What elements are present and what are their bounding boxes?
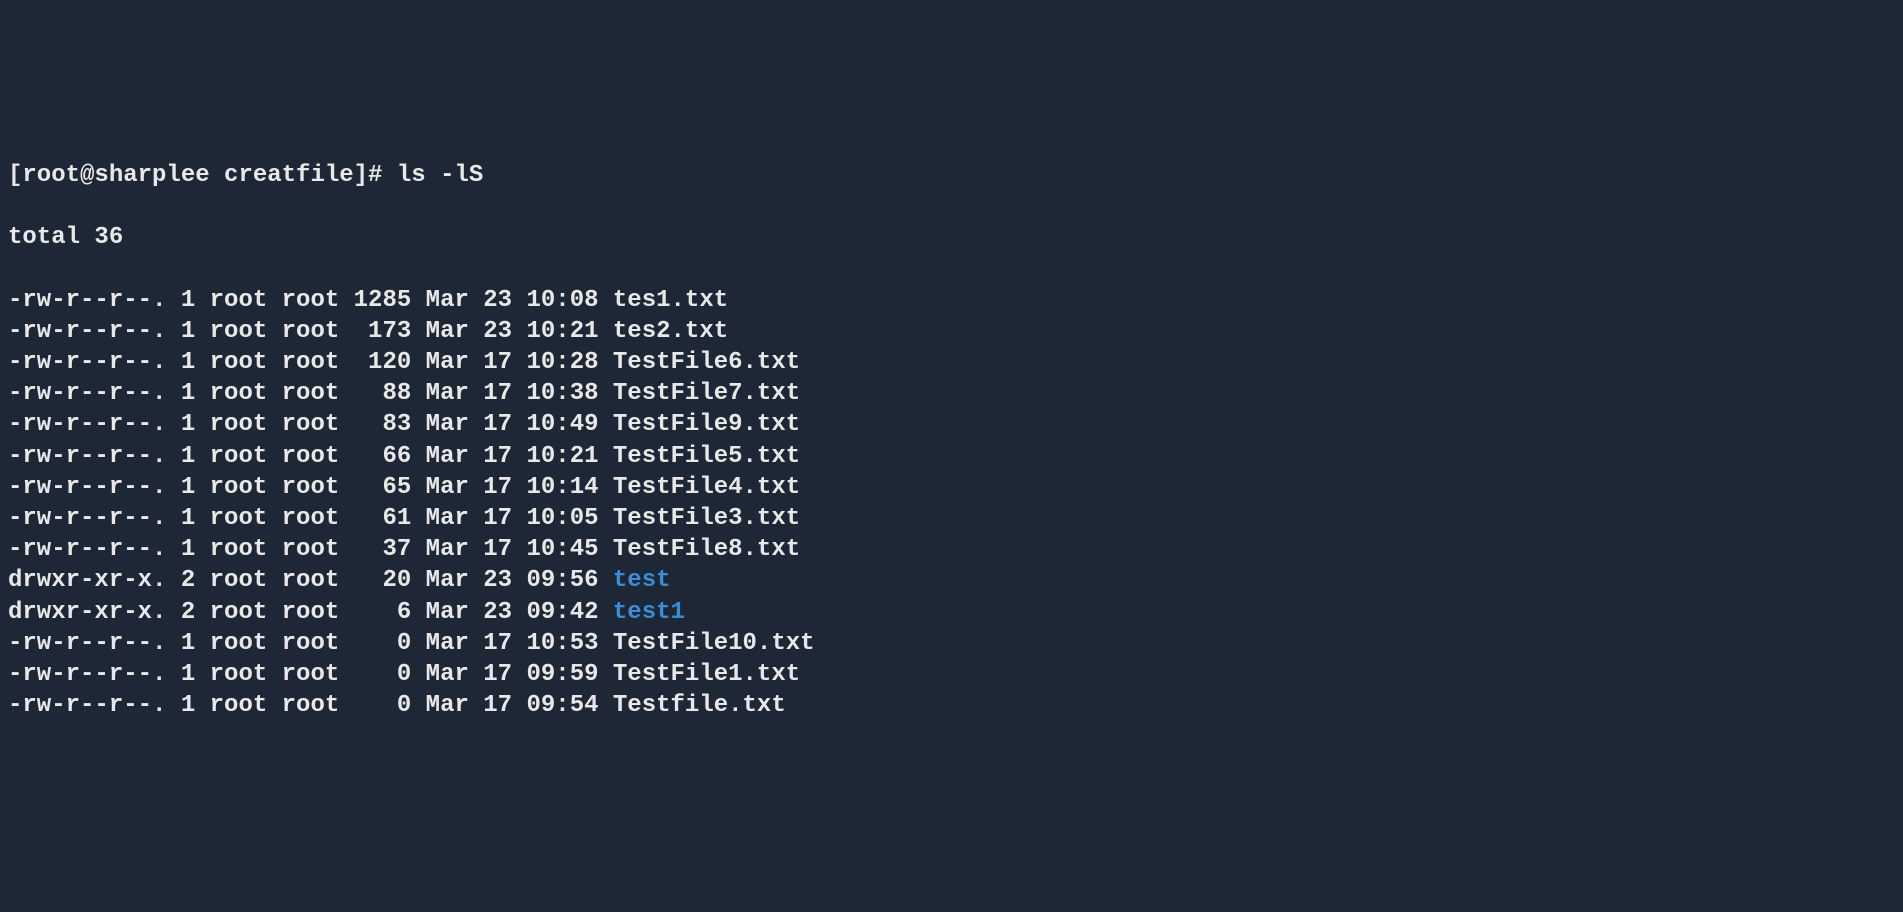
file-entry-meta: -rw-r--r--. 1 root root 1285 Mar 23 10:0… bbox=[8, 287, 613, 314]
prompt-line: [root@sharplee creatfile]# ls -lS bbox=[8, 160, 1895, 191]
file-entry-row: -rw-r--r--. 1 root root 66 Mar 17 10:21 … bbox=[8, 441, 1895, 472]
file-entry-row: -rw-r--r--. 1 root root 37 Mar 17 10:45 … bbox=[8, 534, 1895, 565]
total-line: total 36 bbox=[8, 222, 1895, 253]
file-entry-meta: -rw-r--r--. 1 root root 120 Mar 17 10:28 bbox=[8, 349, 613, 376]
file-entry-row: -rw-r--r--. 1 root root 1285 Mar 23 10:0… bbox=[8, 285, 1895, 316]
file-name: TestFile5.txt bbox=[613, 443, 800, 470]
file-entry-meta: drwxr-xr-x. 2 root root 6 Mar 23 09:42 bbox=[8, 599, 613, 626]
file-entry-meta: -rw-r--r--. 1 root root 37 Mar 17 10:45 bbox=[8, 536, 613, 563]
file-name: tes2.txt bbox=[613, 318, 728, 345]
file-entry-row: -rw-r--r--. 1 root root 0 Mar 17 10:53 T… bbox=[8, 628, 1895, 659]
file-name: TestFile6.txt bbox=[613, 349, 800, 376]
file-name: TestFile8.txt bbox=[613, 536, 800, 563]
file-entry-meta: drwxr-xr-x. 2 root root 20 Mar 23 09:56 bbox=[8, 567, 613, 594]
shell-prompt: [root@sharplee creatfile]# bbox=[8, 162, 397, 189]
file-entry-row: -rw-r--r--. 1 root root 0 Mar 17 09:54 T… bbox=[8, 690, 1895, 721]
file-entry-row: -rw-r--r--. 1 root root 120 Mar 17 10:28… bbox=[8, 347, 1895, 378]
file-entry-row: drwxr-xr-x. 2 root root 6 Mar 23 09:42 t… bbox=[8, 597, 1895, 628]
file-entry-row: -rw-r--r--. 1 root root 173 Mar 23 10:21… bbox=[8, 316, 1895, 347]
file-entry-meta: -rw-r--r--. 1 root root 83 Mar 17 10:49 bbox=[8, 411, 613, 438]
file-listing: -rw-r--r--. 1 root root 1285 Mar 23 10:0… bbox=[8, 285, 1895, 722]
terminal-output[interactable]: [root@sharplee creatfile]# ls -lS total … bbox=[8, 129, 1895, 753]
file-entry-row: -rw-r--r--. 1 root root 83 Mar 17 10:49 … bbox=[8, 409, 1895, 440]
file-entry-meta: -rw-r--r--. 1 root root 61 Mar 17 10:05 bbox=[8, 505, 613, 532]
file-entry-meta: -rw-r--r--. 1 root root 88 Mar 17 10:38 bbox=[8, 380, 613, 407]
directory-name: test bbox=[613, 567, 671, 594]
command-text: ls -lS bbox=[397, 162, 483, 189]
directory-name: test1 bbox=[613, 599, 685, 626]
file-name: TestFile7.txt bbox=[613, 380, 800, 407]
file-name: TestFile1.txt bbox=[613, 661, 800, 688]
file-entry-meta: -rw-r--r--. 1 root root 0 Mar 17 09:59 bbox=[8, 661, 613, 688]
file-entry-meta: -rw-r--r--. 1 root root 173 Mar 23 10:21 bbox=[8, 318, 613, 345]
file-entry-row: -rw-r--r--. 1 root root 65 Mar 17 10:14 … bbox=[8, 472, 1895, 503]
file-name: tes1.txt bbox=[613, 287, 728, 314]
file-entry-row: drwxr-xr-x. 2 root root 20 Mar 23 09:56 … bbox=[8, 565, 1895, 596]
file-entry-meta: -rw-r--r--. 1 root root 66 Mar 17 10:21 bbox=[8, 443, 613, 470]
file-name: TestFile3.txt bbox=[613, 505, 800, 532]
file-entry-row: -rw-r--r--. 1 root root 0 Mar 17 09:59 T… bbox=[8, 659, 1895, 690]
file-entry-meta: -rw-r--r--. 1 root root 0 Mar 17 09:54 bbox=[8, 692, 613, 719]
file-name: Testfile.txt bbox=[613, 692, 786, 719]
file-entry-row: -rw-r--r--. 1 root root 88 Mar 17 10:38 … bbox=[8, 378, 1895, 409]
file-name: TestFile4.txt bbox=[613, 474, 800, 501]
file-entry-row: -rw-r--r--. 1 root root 61 Mar 17 10:05 … bbox=[8, 503, 1895, 534]
file-name: TestFile9.txt bbox=[613, 411, 800, 438]
file-entry-meta: -rw-r--r--. 1 root root 65 Mar 17 10:14 bbox=[8, 474, 613, 501]
